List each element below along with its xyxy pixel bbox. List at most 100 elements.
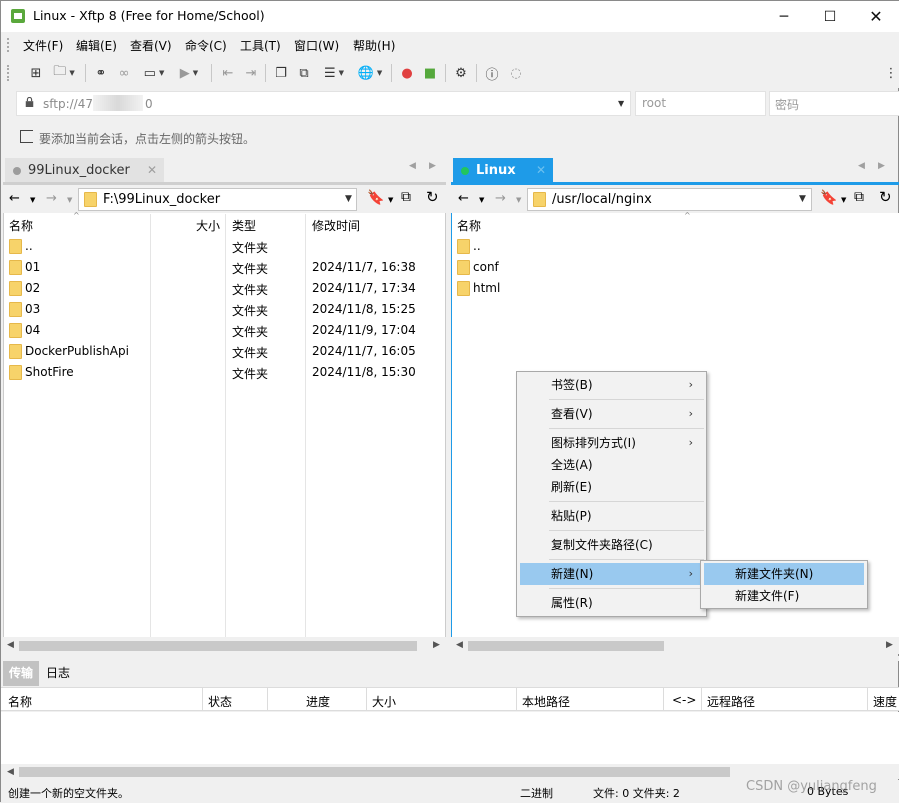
bookmark-icon[interactable]: 🔖 [367, 190, 384, 206]
add-session-arrow-icon[interactable] [20, 130, 33, 143]
tab-log[interactable]: 日志 [40, 661, 76, 686]
menu-help[interactable]: 帮助(H) [353, 37, 395, 54]
globe-icon[interactable]: 🌐 ▼ [355, 64, 385, 82]
transfer-scroll-thumb[interactable] [19, 767, 730, 777]
copy-icon[interactable]: ❐ [271, 64, 291, 82]
table-row[interactable]: .. 文件夹 [4, 236, 444, 257]
tab-next-icon[interactable]: ▶ [878, 161, 885, 171]
xshell-icon[interactable]: ● [397, 64, 417, 82]
xftp-icon[interactable]: ■ [420, 64, 440, 82]
ctx-properties[interactable]: 属性(R) [520, 592, 703, 614]
ctx-refresh[interactable]: 刷新(E) [520, 476, 703, 498]
bookmark-icon[interactable]: 🔖 [820, 190, 837, 206]
ctx-arrange-icons[interactable]: 图标排列方式(I) › [520, 432, 703, 454]
tab-next-icon[interactable]: ▶ [429, 161, 436, 171]
right-path-dropdown-icon[interactable]: ▼ [799, 194, 806, 204]
table-row[interactable]: conf [452, 257, 652, 278]
scroll-left-icon[interactable]: ◀ [456, 640, 463, 650]
xcol-size[interactable]: 大小 [372, 693, 396, 710]
close-tab-icon[interactable]: ✕ [147, 163, 157, 177]
menu-command[interactable]: 命令(C) [185, 37, 227, 54]
xcol-name[interactable]: 名称 [8, 693, 32, 710]
close-button[interactable]: ✕ [853, 1, 899, 32]
table-row[interactable]: .. [452, 236, 652, 257]
menu-view[interactable]: 查看(V) [130, 37, 172, 54]
col-type[interactable]: 类型 [232, 217, 256, 234]
download-icon[interactable]: ⇥ [241, 64, 261, 82]
settings-gear-icon[interactable]: ⚙ [451, 64, 471, 82]
tab-transfer[interactable]: 传输 [3, 661, 40, 686]
help-icon[interactable]: ⓘ [482, 64, 502, 83]
left-path-dropdown-icon[interactable]: ▼ [345, 194, 352, 204]
address-dropdown-icon[interactable]: ▼ [618, 99, 624, 108]
table-row[interactable]: ShotFire 文件夹 2024/11/8, 15:30 [4, 362, 444, 383]
ctx-copy-folder-path[interactable]: 复制文件夹路径(C) [520, 534, 703, 556]
ctx-new-folder[interactable]: 新建文件夹(N) [704, 563, 864, 585]
column-divider[interactable] [701, 688, 702, 710]
tab-prev-icon[interactable]: ◀ [858, 161, 865, 171]
forward-dropdown-icon[interactable]: ▼ [516, 196, 521, 204]
table-row[interactable]: html [452, 278, 652, 299]
refresh-icon[interactable]: ↻ [426, 188, 439, 206]
scroll-right-icon[interactable]: ▶ [886, 640, 893, 650]
column-divider[interactable] [267, 688, 268, 710]
ctx-bookmark[interactable]: 书签(B) › [520, 374, 703, 396]
disconnect-icon[interactable]: ⚭ [91, 64, 111, 82]
xcol-remote-path[interactable]: 远程路径 [707, 693, 755, 710]
col-mtime[interactable]: 修改时间 [312, 217, 360, 234]
new-folder-icon[interactable]: ⧉ [854, 189, 864, 205]
xcol-speed[interactable]: 速度 [873, 693, 897, 710]
refresh-icon[interactable]: ↻ [879, 188, 892, 206]
reconnect-icon[interactable]: ∞ [114, 64, 134, 82]
column-divider[interactable] [867, 688, 868, 710]
upload-icon[interactable]: ⇤ [218, 64, 238, 82]
scroll-left-icon[interactable]: ◀ [7, 640, 14, 650]
column-divider[interactable] [663, 688, 664, 710]
new-folder-icon[interactable]: ⧉ [401, 189, 411, 205]
transfer-start-icon[interactable]: ▶ ▼ [173, 64, 205, 82]
tab-prev-icon[interactable]: ◀ [409, 161, 416, 171]
back-arrow-icon[interactable]: ← [458, 191, 469, 206]
maximize-button[interactable]: ☐ [807, 1, 853, 32]
ctx-new[interactable]: 新建(N) › [520, 563, 703, 585]
table-row[interactable]: 04 文件夹 2024/11/9, 17:04 [4, 320, 444, 341]
table-row[interactable]: 02 文件夹 2024/11/7, 17:34 [4, 278, 444, 299]
xcol-progress[interactable]: 进度 [306, 693, 330, 710]
xcol-status[interactable]: 状态 [208, 693, 232, 710]
xcol-direction[interactable]: <-> [672, 693, 696, 707]
column-divider[interactable] [366, 688, 367, 710]
table-row[interactable]: 01 文件夹 2024/11/7, 16:38 [4, 257, 444, 278]
paste-icon[interactable]: ⧉ [294, 64, 314, 82]
session-window-icon[interactable]: ▭ ▼ [139, 64, 169, 82]
menu-tools[interactable]: 工具(T) [240, 37, 281, 54]
more-icon[interactable]: ⋮ [885, 64, 898, 82]
bookmark-dropdown-icon[interactable]: ▼ [388, 196, 393, 204]
back-arrow-icon[interactable]: ← [9, 191, 20, 206]
col-name[interactable]: 名称 [9, 217, 33, 234]
close-tab-icon[interactable]: ✕ [536, 163, 546, 177]
column-divider[interactable] [202, 688, 203, 710]
forward-arrow-icon[interactable]: → [495, 191, 506, 206]
back-dropdown-icon[interactable]: ▼ [479, 196, 484, 204]
table-row[interactable]: 03 文件夹 2024/11/8, 15:25 [4, 299, 444, 320]
splitter[interactable] [1, 656, 899, 661]
open-session-icon[interactable]: 🗀 ▼ [49, 64, 79, 82]
forward-dropdown-icon[interactable]: ▼ [67, 196, 72, 204]
minimize-button[interactable]: ─ [761, 1, 807, 32]
back-dropdown-icon[interactable]: ▼ [30, 196, 35, 204]
ctx-select-all[interactable]: 全选(A) [520, 454, 703, 476]
forward-arrow-icon[interactable]: → [46, 191, 57, 206]
new-session-icon[interactable]: ⊞ [25, 64, 47, 82]
ctx-paste[interactable]: 粘贴(P) [520, 505, 703, 527]
list-view-icon[interactable]: ☰ ▼ [319, 64, 349, 82]
ctx-view[interactable]: 查看(V) › [520, 403, 703, 425]
menu-file[interactable]: 文件(F) [23, 37, 63, 54]
left-scroll-thumb[interactable] [19, 641, 417, 651]
transfer-list[interactable] [1, 712, 899, 764]
xcol-local-path[interactable]: 本地路径 [522, 693, 570, 710]
table-row[interactable]: DockerPublishApi 文件夹 2024/11/7, 16:05 [4, 341, 444, 362]
column-divider[interactable] [516, 688, 517, 710]
bookmark-dropdown-icon[interactable]: ▼ [841, 196, 846, 204]
chat-icon[interactable]: ◌ [506, 64, 526, 82]
col-name[interactable]: 名称 [457, 217, 481, 234]
